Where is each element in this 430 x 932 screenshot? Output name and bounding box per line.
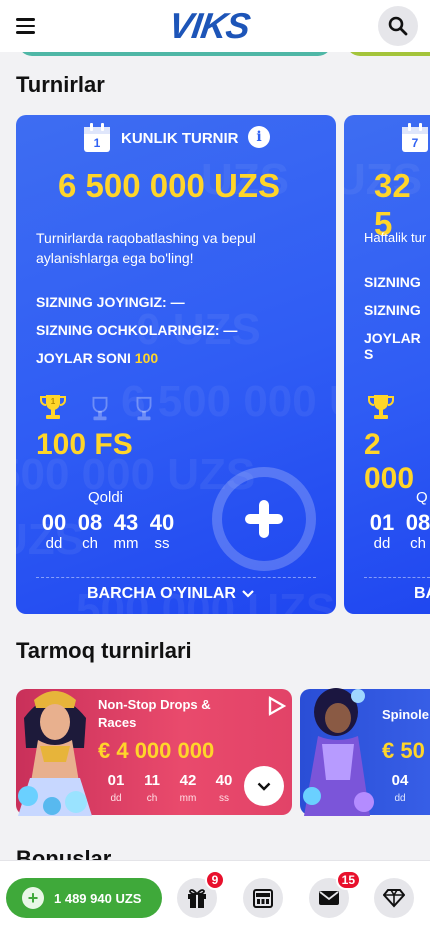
tournament-type-label: KUNLIK TURNIR	[121, 130, 239, 147]
countdown-hours: 11	[144, 772, 160, 789]
countdown-hours-unit: ch	[146, 793, 158, 804]
countdown-minutes: 43	[113, 510, 139, 535]
site-logo[interactable]: VIKS	[166, 5, 252, 47]
countdown-seconds-unit: ss	[154, 535, 170, 552]
messages-button[interactable]: 15	[309, 870, 361, 918]
hamburger-menu-icon[interactable]	[16, 14, 40, 38]
countdown-seconds: 40	[215, 772, 233, 789]
network-tournament-prize: € 4 000 000	[98, 738, 215, 763]
cleopatra-character-image	[18, 691, 92, 816]
network-tournaments-title: Tarmoq turnirlari	[16, 638, 192, 663]
mail-icon	[319, 891, 339, 905]
trophy-gold-icon	[368, 395, 394, 419]
games-button[interactable]	[243, 878, 283, 918]
divider	[364, 577, 430, 578]
mail-badge: 15	[335, 870, 361, 890]
vip-button[interactable]	[374, 878, 414, 918]
tournament-reward: 100 FS	[36, 428, 133, 461]
tournament-reward: 2 000	[364, 428, 415, 495]
tournament-prize: 6 500 000 UZS	[58, 167, 280, 204]
my-place-label: SIZNING	[364, 274, 421, 290]
trophy-gold-icon: 1	[40, 395, 66, 419]
tournament-description: Haftalik tur	[364, 230, 427, 245]
all-games-button[interactable]: BARCHA O'YINLAR	[87, 585, 254, 603]
balance-value: 1 489 940 UZS	[54, 890, 142, 906]
top-header: VIKS	[0, 0, 430, 52]
search-icon	[388, 16, 408, 36]
remaining-label: Q	[416, 489, 428, 506]
countdown-days-unit: dd	[373, 535, 391, 552]
spinoleague-character-image	[303, 688, 374, 816]
network-tournament-title: Non-Stop Drops & Races	[98, 696, 211, 732]
countdown-days: 00	[41, 510, 67, 535]
remaining-label: Qoldi	[88, 489, 124, 506]
page: VIKS Turnirlar UZS 0 UZS 6 500 000 UZS 5…	[0, 0, 430, 932]
countdown-days: 01	[369, 510, 395, 535]
chevron-down-icon	[242, 590, 254, 598]
plus-icon	[245, 500, 283, 538]
network-tournament-title-line1: Non-Stop Drops &	[98, 697, 211, 712]
join-tournament-button[interactable]	[212, 467, 316, 571]
places-count-label: JOYLAR S	[364, 330, 421, 362]
countdown-seconds-unit: ss	[219, 793, 229, 804]
places-count: JOYLAR SONI 100	[36, 350, 158, 366]
countdown-seconds: 40	[149, 510, 175, 535]
calendar-day: 1	[93, 136, 101, 150]
svg-text:1: 1	[51, 397, 56, 406]
network-tournament-title-line2: Races	[98, 715, 137, 730]
calendar-day: 7	[411, 136, 419, 150]
all-games-label[interactable]: BA	[414, 585, 430, 603]
countdown-days-unit: dd	[394, 793, 406, 804]
gifts-button[interactable]: 9	[177, 870, 225, 918]
gift-icon	[188, 889, 206, 908]
places-count-label: JOYLAR SONI	[36, 350, 131, 366]
countdown-hours-unit: ch	[410, 535, 426, 552]
trophy-bronze-icon	[136, 396, 152, 421]
countdown-minutes-unit: mm	[113, 535, 139, 552]
slot-machine-icon	[253, 889, 273, 908]
bottom-navigation-bar: + 1 489 940 UZS 9 15	[0, 860, 430, 932]
search-button[interactable]	[378, 6, 418, 46]
plus-icon: +	[22, 887, 44, 909]
countdown-days-unit: dd	[45, 535, 63, 552]
countdown-days-unit: dd	[110, 793, 122, 804]
gift-badge: 9	[205, 870, 225, 890]
tournaments-title: Turnirlar	[16, 72, 105, 97]
countdown-hours-unit: ch	[82, 535, 98, 552]
countdown-minutes: 42	[179, 772, 197, 789]
countdown-hours: 08	[77, 510, 103, 535]
all-games-label: BARCHA O'YINLAR	[87, 585, 236, 602]
divider	[36, 577, 316, 578]
places-count-value: 100	[134, 350, 159, 366]
tournament-description: Turnirlarda raqobatlashing va bepul ayla…	[36, 230, 256, 266]
diamond-icon	[383, 889, 405, 908]
my-points-label: SIZNING OCHKOLARINGIZ: —	[36, 322, 238, 338]
countdown-days: 04	[391, 772, 409, 789]
trophy-silver-icon	[92, 396, 108, 421]
network-tournament-prize: € 50	[382, 738, 425, 763]
countdown-minutes-unit: mm	[179, 793, 197, 804]
provider-logo-icon	[268, 696, 286, 716]
expand-button[interactable]	[244, 766, 284, 806]
info-icon[interactable]: i	[248, 126, 270, 148]
countdown-days: 01	[107, 772, 125, 789]
my-points-label: SIZNING	[364, 302, 421, 318]
balance-button[interactable]: + 1 489 940 UZS	[6, 878, 162, 918]
network-tournament-title: Spinole	[382, 707, 429, 722]
my-place-label: SIZNING JOYINGIZ: —	[36, 294, 185, 310]
countdown-hours: 08	[405, 510, 430, 535]
chevron-down-icon	[257, 782, 271, 791]
